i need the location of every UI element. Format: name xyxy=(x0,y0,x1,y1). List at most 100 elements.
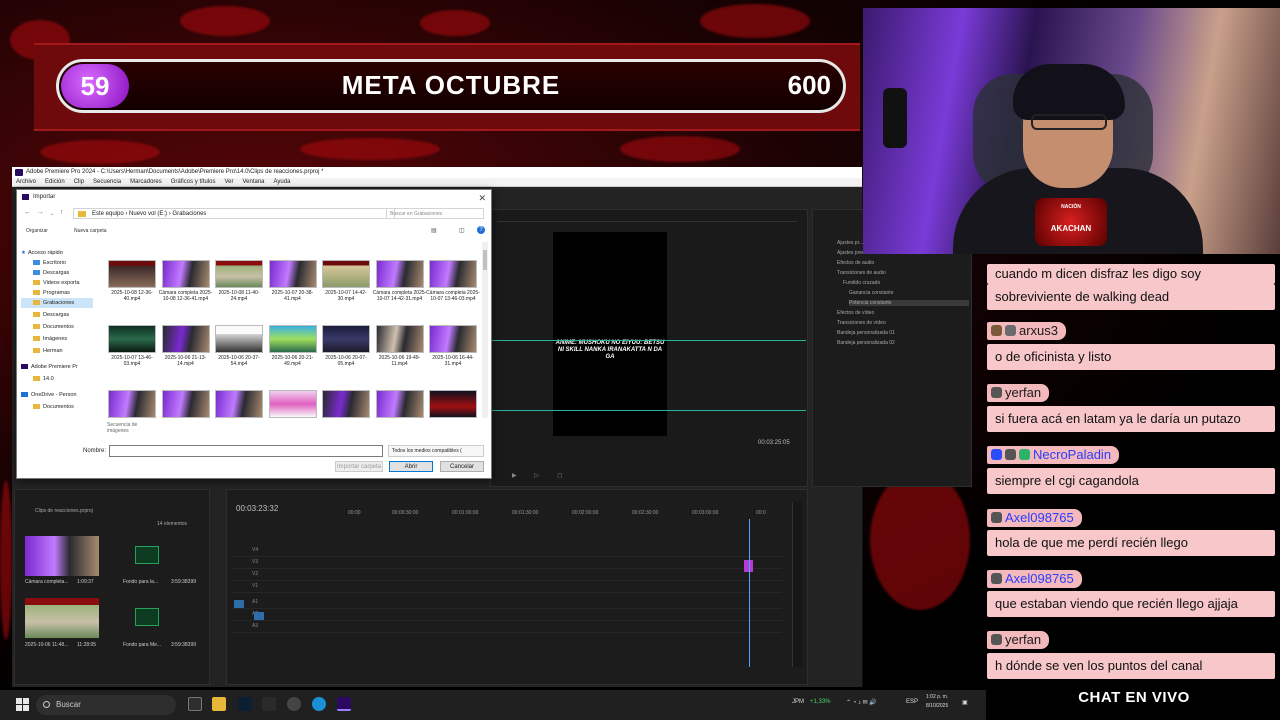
import-folder-button[interactable]: Importar carpeta xyxy=(335,461,383,472)
close-icon[interactable]: ✕ xyxy=(478,191,486,205)
view-options-icon[interactable]: ▤ xyxy=(431,227,437,234)
track-v4[interactable]: V4 xyxy=(232,547,782,557)
file-tile[interactable]: 2025-10-06 19-49-11.mp4 xyxy=(373,325,427,367)
file-grid-scrollbar[interactable] xyxy=(482,242,488,418)
windows-start-icon[interactable] xyxy=(16,698,30,712)
menu-archivo[interactable]: Archivo xyxy=(16,178,36,186)
track-v1[interactable]: V1 xyxy=(232,583,782,593)
task-view-icon[interactable] xyxy=(188,697,202,711)
menu-ayuda[interactable]: Ayuda xyxy=(274,178,291,186)
tree-item[interactable]: Descargas xyxy=(21,268,93,278)
tree-item[interactable]: Herman xyxy=(21,346,93,356)
track-v2[interactable]: V2 xyxy=(232,571,782,581)
file-tile[interactable] xyxy=(426,390,480,420)
menu-ventana[interactable]: Ventana xyxy=(242,178,264,186)
export-frame-icon[interactable]: ◻ xyxy=(557,472,562,480)
audio-waveform-icon[interactable] xyxy=(135,546,159,564)
address-bar[interactable]: Este equipo › Nuevo vol (E:) › Grabacion… xyxy=(73,208,395,219)
file-tile[interactable]: 2025-10-06 20-07-05.mp4 xyxy=(319,325,373,367)
file-tile[interactable]: 2025-10-07 20-38-41.mp4 xyxy=(266,260,320,302)
timeline-playhead[interactable] xyxy=(749,519,750,667)
tree-item[interactable]: Descargas xyxy=(21,310,93,320)
file-tile[interactable] xyxy=(159,390,213,420)
file-tile[interactable]: Cámara completa 2025-10-08 12-36-41.mp4 xyxy=(159,260,213,302)
file-tile[interactable]: 2025-10-08 11-40-24.mp4 xyxy=(212,260,266,302)
file-tile[interactable] xyxy=(105,390,159,420)
forward-arrow-icon[interactable]: → xyxy=(37,209,44,216)
recent-chevron-icon[interactable]: ⌄ xyxy=(50,211,54,217)
tree-item[interactable]: OneDrive - Person xyxy=(21,390,93,400)
tree-item[interactable]: Escritorio xyxy=(21,258,93,268)
step-icon[interactable]: ▷ xyxy=(535,472,540,480)
new-folder-button[interactable]: Nueva carpeta xyxy=(74,228,107,234)
obs-icon[interactable] xyxy=(287,697,301,711)
file-tile[interactable] xyxy=(373,390,427,420)
tree-item[interactable]: Imágenes xyxy=(21,334,93,344)
tree-item[interactable]: Videos exporta xyxy=(21,278,93,288)
tree-item[interactable]: ★ Acceso rápido xyxy=(21,248,93,258)
menu-secuencia[interactable]: Secuencia xyxy=(93,178,121,186)
menu-clip[interactable]: Clip xyxy=(74,178,84,186)
file-tile[interactable] xyxy=(319,390,373,420)
tree-item[interactable]: Programas xyxy=(21,288,93,298)
play-icon[interactable]: ▶ xyxy=(512,472,517,480)
bin-thumbnail[interactable] xyxy=(25,598,99,638)
file-tile[interactable]: 2025-10-06 20-37-54.mp4 xyxy=(212,325,266,367)
tree-item[interactable]: Documentos xyxy=(21,402,93,412)
track-v3[interactable]: V3 xyxy=(232,559,782,569)
file-tile[interactable]: 2025-10-07 13-46-03.mp4 xyxy=(105,325,159,367)
stock-ticker[interactable]: JPM xyxy=(792,699,804,705)
cancel-button[interactable]: Cancelar xyxy=(440,461,484,472)
track-a2[interactable]: A2 xyxy=(232,611,782,621)
effects-item[interactable]: Efectos de vídeo xyxy=(837,310,874,316)
open-button[interactable]: Abrir xyxy=(389,461,433,472)
file-tile[interactable] xyxy=(212,390,266,420)
menu-edicion[interactable]: Edición xyxy=(45,178,65,186)
effects-item-selected[interactable]: Potencia constante xyxy=(849,300,969,306)
search-input[interactable]: Buscar en Grabaciones xyxy=(386,208,484,219)
file-tile[interactable] xyxy=(266,390,320,420)
effects-item[interactable]: Ganancia constante xyxy=(849,290,893,296)
inkscape-icon[interactable] xyxy=(262,697,276,711)
effects-item[interactable]: Bandeja personalizada 01 xyxy=(837,330,895,336)
track-target-a2[interactable] xyxy=(254,612,264,620)
menu-ver[interactable]: Ver xyxy=(224,178,233,186)
back-arrow-icon[interactable]: ← xyxy=(24,209,31,216)
scrollbar-thumb[interactable] xyxy=(483,250,487,270)
menu-graficos[interactable]: Gráficos y títulos xyxy=(171,178,216,186)
breadcrumb-item[interactable]: Este equipo xyxy=(92,211,124,217)
notification-icon[interactable]: ▣ xyxy=(962,699,968,706)
breadcrumb-item[interactable]: Nuevo vol (E:) xyxy=(129,211,167,217)
tree-item-selected[interactable]: Grabaciones xyxy=(21,298,93,308)
clock-time[interactable]: 1:02 p. m. xyxy=(926,694,948,700)
file-tile[interactable]: Cámara completa 2025-10-07 14-42-31.mp4 xyxy=(373,260,427,302)
tree-item[interactable]: Documentos xyxy=(21,322,93,332)
edge-icon[interactable] xyxy=(312,697,326,711)
bin-thumbnail[interactable] xyxy=(25,536,99,576)
track-a3[interactable]: A3 xyxy=(232,623,782,633)
organize-button[interactable]: Organizar xyxy=(26,228,48,234)
file-tile[interactable]: 2025-10-06 21-13-14.mp4 xyxy=(159,325,213,367)
tray-icons[interactable]: ⌃ ◔ ♪ ✉ 🔊 xyxy=(846,699,877,706)
timeline-timecode[interactable]: 00:03:23:32 xyxy=(236,504,278,513)
file-tile[interactable]: 2025-10-07 14-42-30.mp4 xyxy=(319,260,373,302)
effects-item[interactable]: Transiciones de vídeo xyxy=(837,320,886,326)
file-type-select[interactable]: Todos los medios compatibles ( xyxy=(388,445,484,457)
breadcrumb-item[interactable]: Grabaciones xyxy=(172,211,206,217)
timeline-ruler[interactable]: 00:00 00:00:30:00 00:01:00:00 00:01:30:0… xyxy=(348,510,768,520)
effects-item[interactable]: Ajustes pr... xyxy=(837,240,863,246)
taskbar-search[interactable]: Buscar xyxy=(36,695,176,715)
program-play-controls[interactable]: ▶ ▷ ◻ xyxy=(512,472,772,480)
file-tile[interactable]: 2025-10-06 20-21-49.mp4 xyxy=(266,325,320,367)
effects-item[interactable]: Bandeja personalizada 02 xyxy=(837,340,895,346)
photoshop-icon[interactable] xyxy=(238,697,252,711)
up-arrow-icon[interactable]: ↑ xyxy=(60,209,64,216)
audio-waveform-icon[interactable] xyxy=(135,608,159,626)
effects-item[interactable]: Transiciones de audio xyxy=(837,270,886,276)
image-sequence-checkbox-label[interactable]: Secuencia de imágenes xyxy=(107,422,147,434)
file-name-input[interactable] xyxy=(109,445,383,457)
track-target-a1[interactable] xyxy=(234,600,244,608)
file-tile[interactable]: 2025-10-08 12-36-40.mp4 xyxy=(105,260,159,302)
premiere-taskbar-icon[interactable] xyxy=(337,697,351,711)
effects-item[interactable]: Fundido cruzado xyxy=(843,280,880,286)
